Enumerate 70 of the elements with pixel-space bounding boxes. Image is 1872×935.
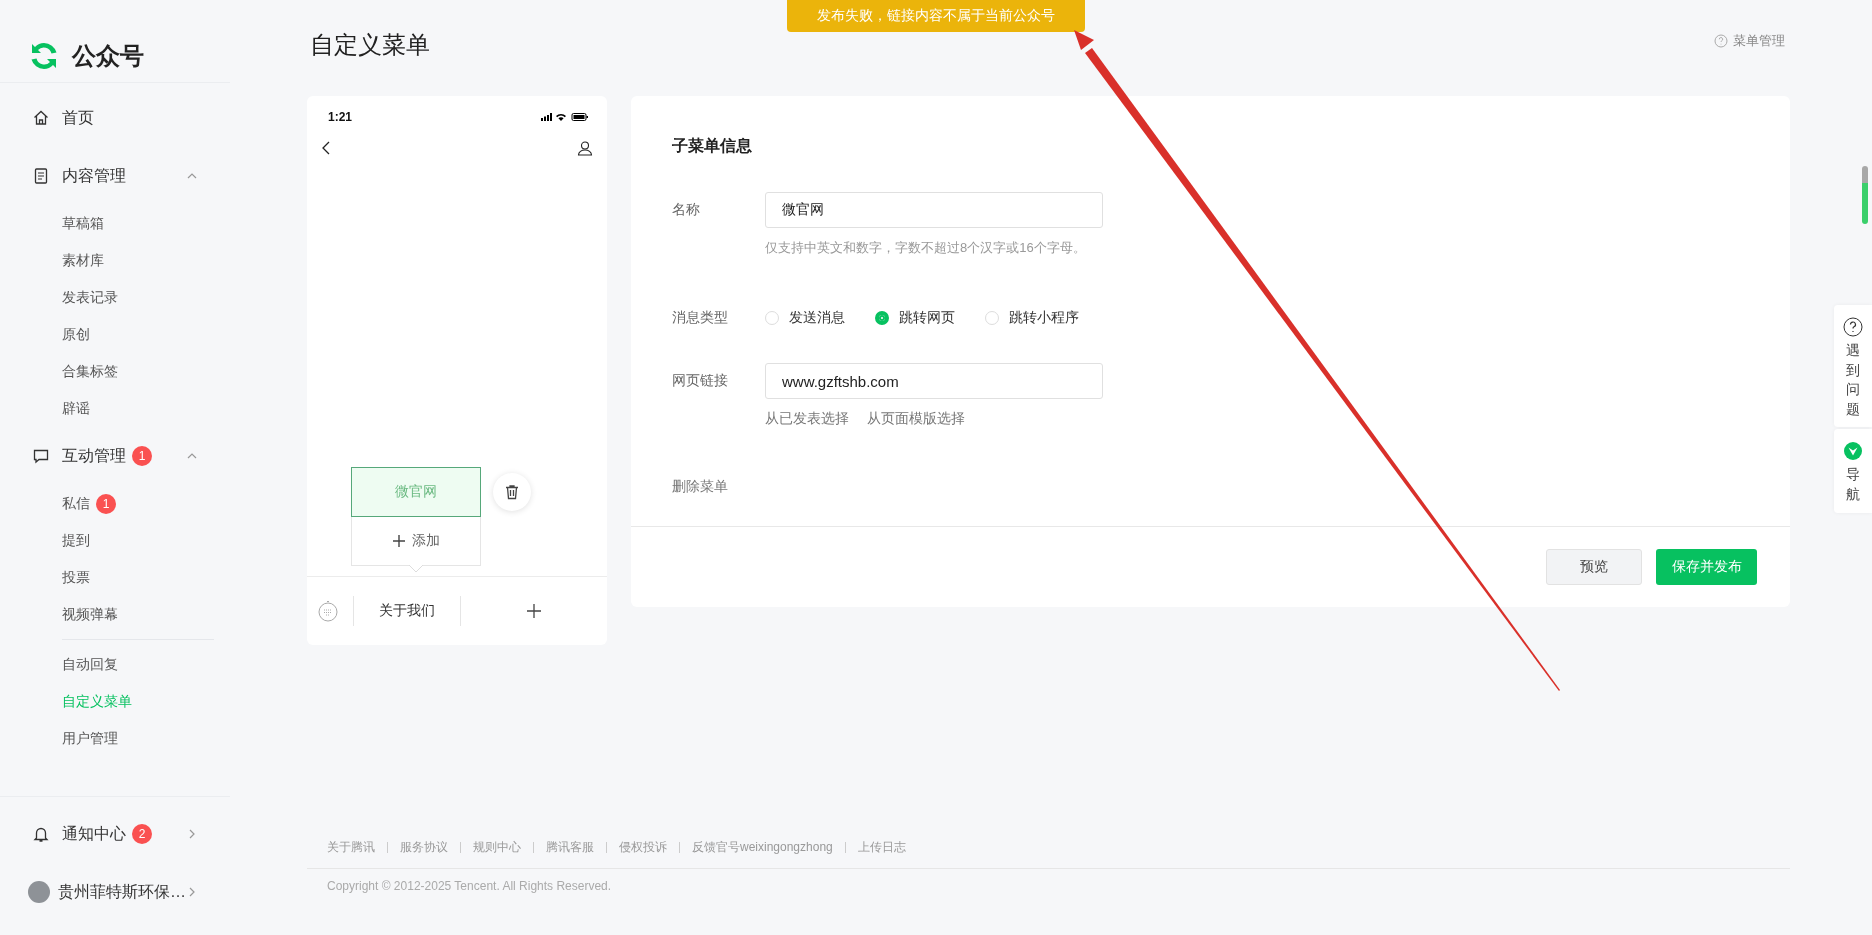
copyright: Copyright © 2012-2025 Tencent. All Rights Reserved. [307, 868, 1790, 893]
add-submenu-button[interactable]: 添加 [351, 517, 481, 566]
field-label: 名称 [672, 200, 701, 219]
pointer-icon [409, 565, 423, 573]
keyboard-icon[interactable] [317, 600, 339, 622]
radio-label: 跳转网页 [899, 309, 955, 327]
status-time: 1:21 [328, 110, 353, 124]
status-icons-drawing [541, 112, 589, 122]
section-heading: 子菜单信息 [672, 136, 753, 156]
nav-item[interactable]: 贵州菲特斯环保… [0, 863, 230, 921]
select-link[interactable]: 从已发表选择 [765, 410, 849, 428]
submenu-item[interactable]: 辟谣 [0, 390, 230, 427]
submenu-item[interactable]: 用户管理 [0, 720, 230, 757]
radio-label: 发送消息 [789, 309, 845, 327]
radio-option[interactable]: 发送消息 [765, 309, 845, 327]
submenu-item[interactable]: 草稿箱 [0, 205, 230, 242]
nav-item[interactable]: 互动管理 1 [0, 427, 230, 485]
home-icon [32, 109, 50, 127]
plus-icon [526, 603, 542, 619]
count-badge: 1 [132, 446, 152, 466]
delete-menu-link[interactable]: 删除菜单 [672, 478, 1749, 496]
help-panel-button[interactable]: 遇到问题 [1834, 305, 1872, 428]
nav-item[interactable]: 通知中心 2 [0, 805, 230, 863]
count-badge: 1 [96, 493, 116, 514]
submenu-item[interactable]: 投票 [0, 559, 230, 596]
select-link[interactable]: 从页面模版选择 [867, 410, 965, 428]
help-link[interactable]: 菜单管理 [1714, 32, 1785, 50]
count-badge: 2 [132, 824, 152, 844]
error-toast: 发布失败，链接内容不属于当前公众号 [787, 0, 1085, 32]
page-title: 自定义菜单 [310, 30, 430, 60]
nav-label: 内容管理 [62, 165, 126, 186]
menu-tab[interactable]: 关于我们 [353, 596, 461, 626]
radio-option[interactable]: 跳转小程序 [985, 309, 1079, 327]
avatar-icon [28, 881, 50, 903]
nav-label: 首页 [62, 107, 94, 128]
submenu-item[interactable]: 原创 [0, 316, 230, 353]
submenu-item[interactable]: 发表记录 [0, 279, 230, 316]
radio-option[interactable]: 跳转网页 [875, 309, 955, 327]
help-icon [1714, 34, 1728, 48]
help-icon [1843, 317, 1863, 337]
bell-icon [32, 825, 50, 843]
nav-label: 贵州菲特斯环保… [58, 881, 186, 902]
submenu-item[interactable]: 合集标签 [0, 353, 230, 390]
submenu-item[interactable]: 视频弹幕 [0, 596, 230, 633]
nav-item[interactable]: 内容管理 [0, 147, 230, 205]
chat-icon [32, 447, 50, 465]
nav-label: 通知中心 [62, 823, 126, 844]
trash-icon [503, 483, 521, 501]
field-label: 消息类型 [672, 309, 729, 327]
name-field[interactable]: 微官网 [765, 192, 1103, 228]
submenu-item[interactable]: 私信 1 [0, 485, 230, 522]
plus-icon [392, 534, 406, 548]
navigation-panel-button[interactable]: 导航 [1834, 429, 1872, 513]
scroll-indicator [1862, 166, 1868, 224]
field-label: 网页链接 [672, 371, 729, 390]
document-icon [32, 167, 50, 185]
radio-label: 跳转小程序 [1009, 309, 1079, 327]
badge-icon [1843, 441, 1863, 462]
app-name: 公众号 [72, 41, 144, 71]
nav-item[interactable]: 首页 [0, 89, 230, 147]
field-hint: 仅支持中英文和数字，字数不超过8个汉字或16个字母。 [765, 239, 1087, 257]
submenu-item[interactable]: 提到 [0, 522, 230, 559]
submenu-item[interactable]: 素材库 [0, 242, 230, 279]
radio-button[interactable] [875, 311, 889, 325]
nav-label: 互动管理 [62, 445, 126, 466]
submenu-item[interactable]: 自动回复 [0, 646, 230, 683]
delete-button[interactable] [493, 473, 531, 511]
url-field[interactable]: www.gzftshb.com [765, 363, 1103, 399]
user-icon[interactable] [577, 140, 593, 156]
preview-button[interactable]: 预览 [1546, 549, 1642, 585]
